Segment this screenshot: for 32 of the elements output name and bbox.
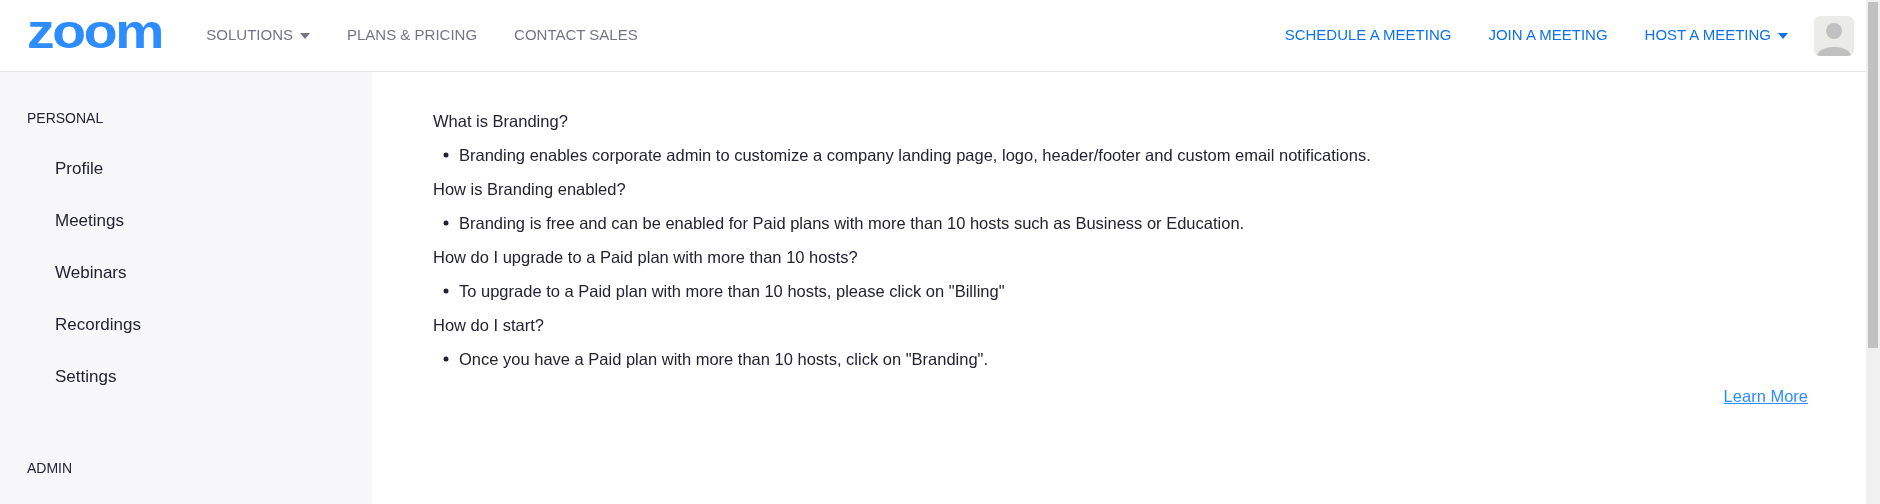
nav-link[interactable]: SCHEDULE A MEETING xyxy=(1284,24,1452,47)
caret-icon xyxy=(300,32,310,39)
nav-link[interactable]: PLANS & PRICING xyxy=(347,24,478,47)
nav-link[interactable]: CONTACT SALES xyxy=(514,24,638,47)
section-heading: ADMIN xyxy=(27,459,74,478)
faq-question: What is Branding? xyxy=(433,111,568,132)
caret-icon xyxy=(1778,32,1788,39)
bullet-icon xyxy=(443,220,449,226)
faq-question: How do I start? xyxy=(433,315,544,336)
faq-answer: Once you have a Paid plan with more than 10 hosts, click on "Branding". xyxy=(459,349,988,370)
sidebar-item[interactable]: Webinars xyxy=(55,261,127,284)
faq-answer: To upgrade to a Paid plan with more than 10 hosts, please click on "Billing" xyxy=(459,281,1005,302)
scrollbar[interactable] xyxy=(1866,0,1880,504)
faq-question: How do I upgrade to a Paid plan with more than 10 hosts? xyxy=(433,247,858,268)
bullet-icon xyxy=(443,288,449,294)
nav-link[interactable]: JOIN A MEETING xyxy=(1488,24,1608,47)
nav-link[interactable]: HOST A MEETING xyxy=(1644,24,1788,47)
sidebar-item[interactable]: Profile xyxy=(55,157,104,180)
nav-link[interactable]: SOLUTIONS xyxy=(206,24,310,47)
learn-more-link[interactable]: Learn More xyxy=(1723,384,1808,409)
bullet-icon xyxy=(443,152,449,158)
sidebar-item[interactable]: Recordings xyxy=(55,313,141,336)
faq-answer: Branding enables corporate admin to customize a company landing page, logo, header/footer and custom email notifications. xyxy=(459,145,1371,166)
sidebar-item[interactable]: Settings xyxy=(55,365,117,388)
zoom-logo[interactable]: zoom xyxy=(27,7,162,56)
faq-question: How is Branding enabled? xyxy=(433,179,626,200)
section-heading: PERSONAL xyxy=(27,109,105,128)
avatar-icon[interactable] xyxy=(1814,15,1854,56)
faq-answer: Branding is free and can be enabled for Paid plans with more than 10 hosts such as Business or Education. xyxy=(459,213,1245,234)
bullet-icon xyxy=(443,356,449,362)
sidebar-item[interactable]: Meetings xyxy=(55,209,124,232)
scrollbar-thumb[interactable] xyxy=(1868,2,1878,348)
